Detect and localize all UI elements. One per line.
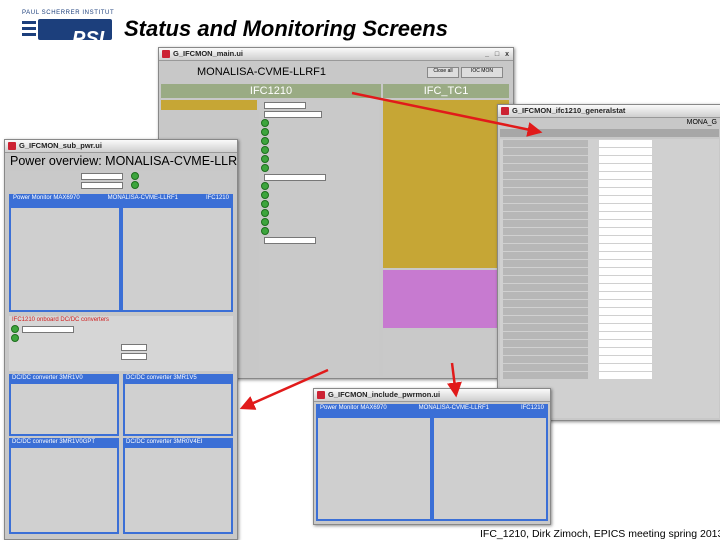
ifc-tc1-header: IFC_TC1 xyxy=(383,84,509,98)
pm-device: MONALISA-CVME-LLRF1 xyxy=(107,195,179,201)
main-device-label: MONALISA-CVME-LLRF1 xyxy=(197,66,326,78)
general-status-window[interactable]: G_IFCMON_ifc1210_generalstat MONA_G xyxy=(497,104,720,421)
power-settings xyxy=(9,171,233,191)
pm-ifc: IFC1210 xyxy=(205,195,229,201)
include-pm-panel: Power Monitor MAX6970 MONALISA-CVME-LLRF… xyxy=(316,404,548,521)
power-window-title: G_IFCMON_sub_pwr.ui xyxy=(19,141,102,150)
dcdc-header: IFC1210 onboard DC/DC converters xyxy=(12,317,110,323)
logo-psi-text: PSI xyxy=(72,28,105,50)
footer-text: IFC_1210, Dirk Zimoch, EPICS meeting spr… xyxy=(480,528,720,540)
include-pm-label: Power Monitor MAX6970 xyxy=(320,405,387,411)
slide-title: Status and Monitoring Screens xyxy=(124,16,448,41)
ifc-tc1-fpga-panel xyxy=(383,270,509,328)
ifc-tc1-panel xyxy=(383,100,509,268)
power-overview-window[interactable]: G_IFCMON_sub_pwr.ui Power overview: MONA… xyxy=(4,139,238,540)
include-pm-device: MONALISA-CVME-LLRF1 xyxy=(418,405,490,411)
include-window-title: G_IFCMON_include_pwrmon.ui xyxy=(328,390,441,399)
ifc1210-center-column xyxy=(259,100,379,376)
ifc1210-panel xyxy=(161,100,257,110)
conv-3mr1v0gpt: DC/DC converter 3MR1V0GPT xyxy=(9,438,119,534)
include-window-titlebar[interactable]: G_IFCMON_include_pwrmon.ui xyxy=(314,389,550,402)
conv-3mr1v5: DC/DC converter 3MR1V5 xyxy=(123,374,233,436)
power-window-titlebar[interactable]: G_IFCMON_sub_pwr.ui xyxy=(5,140,237,153)
general-window-titlebar[interactable]: G_IFCMON_ifc1210_generalstat xyxy=(498,105,720,118)
main-btn-close-all[interactable]: Close all xyxy=(427,67,459,78)
include-pwrmon-window[interactable]: G_IFCMON_include_pwrmon.ui Power Monitor… xyxy=(313,388,551,525)
main-btn-ioc-mon[interactable]: IOC MON xyxy=(461,67,503,78)
psi-logo: PAUL SCHERRER INSTITUT PSI xyxy=(22,10,115,50)
general-window-title: G_IFCMON_ifc1210_generalstat xyxy=(512,106,626,115)
logo-institute-text: PAUL SCHERRER INSTITUT xyxy=(22,10,115,16)
main-window-titlebar[interactable]: G_IFCMON_main.ui _ □ x xyxy=(159,48,513,61)
power-heading: Power overview: MONALISA-CVME-LLRF xyxy=(10,154,238,168)
general-body xyxy=(500,139,719,418)
dcdc-section: IFC1210 onboard DC/DC converters xyxy=(9,316,233,371)
ifc1210-header: IFC1210 xyxy=(161,84,381,98)
main-window-title: G_IFCMON_main.ui xyxy=(173,49,244,58)
ifc-tc1-bottom xyxy=(383,330,509,376)
general-device-label: MONA_G xyxy=(686,119,717,126)
conv-3mr0v4ei: DC/DC converter 3MR0V4EI xyxy=(123,438,233,534)
power-monitor-panel: Power Monitor MAX6970 MONALISA-CVME-LLRF… xyxy=(9,194,233,312)
include-pm-ifc: IFC1210 xyxy=(520,405,544,411)
conv-3mr1v0: DC/DC converter 3MR1V0 xyxy=(9,374,119,436)
pm-label: Power Monitor MAX6970 xyxy=(13,195,80,201)
logo-graphic: PSI xyxy=(22,18,114,50)
